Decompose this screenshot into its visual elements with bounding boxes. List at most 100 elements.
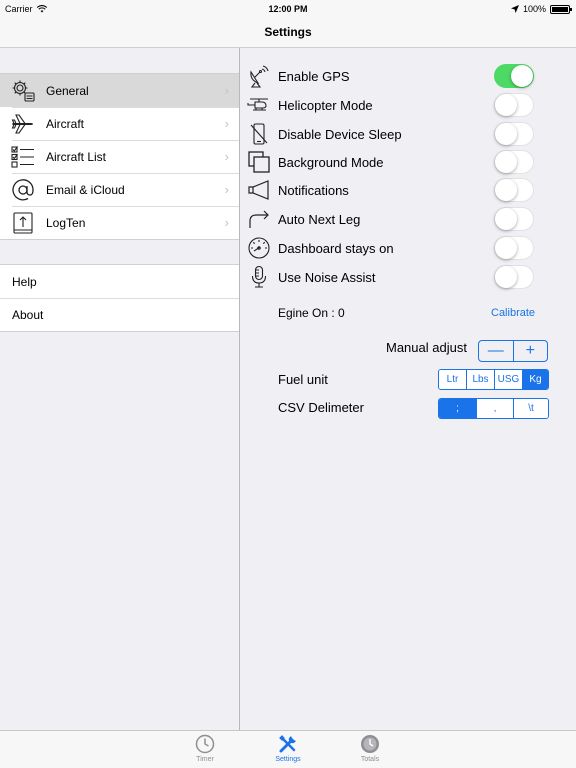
csv-delimeter-label: CSV Delimeter	[278, 400, 364, 415]
notifications-toggle[interactable]	[494, 178, 534, 202]
battery-percent: 100%	[522, 4, 546, 14]
tab-bar: Timer Settings Totals	[0, 730, 576, 768]
totals-clock-icon	[361, 735, 379, 753]
setting-disable-device-sleep: Disable Device Sleep	[246, 120, 570, 148]
status-right: 100%	[510, 4, 572, 14]
tools-icon	[279, 735, 296, 753]
gauge-icon	[246, 235, 272, 261]
setting-use-noise-assist: Use Noise Assist	[246, 263, 570, 291]
general-settings-panel: Enable GPS Helicopter Mode Disable Devic…	[240, 48, 576, 730]
toggle-knob	[495, 179, 517, 201]
chevron-right-icon: ›	[224, 215, 229, 230]
fuel-unit-kg[interactable]: Kg	[522, 370, 548, 389]
help-about-list: Help About	[0, 264, 239, 332]
toggle-knob	[495, 208, 517, 230]
csv-delimeter-comma[interactable]: ,	[476, 399, 513, 418]
windows-icon	[246, 149, 272, 175]
tab-label: Settings	[275, 756, 301, 763]
sidebar-item-label: LogTen	[46, 215, 86, 230]
sidebar-item-email-icloud[interactable]: Email & iCloud ›	[0, 173, 239, 206]
setting-auto-next-leg: Auto Next Leg	[246, 205, 570, 233]
sidebar-item-label: Aircraft List	[46, 149, 107, 164]
setting-label: Enable GPS	[278, 68, 350, 84]
enable-gps-toggle[interactable]	[494, 64, 534, 88]
auto-next-leg-toggle[interactable]	[494, 207, 534, 231]
sidebar-item-aircraft[interactable]: Aircraft ›	[0, 107, 239, 140]
sidebar-item-label: General	[46, 83, 89, 98]
setting-enable-gps: Enable GPS	[246, 62, 570, 90]
status-time: 12:00 PM	[268, 4, 308, 14]
location-arrow-icon	[510, 5, 519, 13]
toggle-knob	[495, 151, 517, 173]
airplane-icon	[10, 111, 36, 137]
disable-device-sleep-toggle[interactable]	[494, 122, 534, 146]
sidebar-item-aircraft-list[interactable]: Aircraft List ›	[0, 140, 239, 173]
navigation-bar: Settings	[0, 18, 576, 48]
setting-label: Helicopter Mode	[278, 97, 373, 113]
tab-settings[interactable]: Settings	[258, 734, 318, 763]
csv-delimeter-semicolon[interactable]: ;	[439, 399, 476, 418]
status-bar: Carrier 12:00 PM 100%	[0, 0, 576, 18]
manual-adjust-label: Manual adjust	[386, 340, 467, 355]
setting-label: Dashboard stays on	[278, 240, 394, 256]
sidebar-item-label: About	[12, 307, 44, 322]
background-mode-toggle[interactable]	[494, 150, 534, 174]
sidebar-item-label: Email & iCloud	[46, 182, 125, 197]
sidebar-item-logten[interactable]: LogTen ›	[0, 206, 239, 239]
microphone-icon	[246, 264, 272, 290]
sidebar-item-label: Aircraft	[46, 116, 85, 131]
page-title: Settings	[264, 25, 312, 39]
clock-icon	[195, 734, 215, 754]
setting-notifications: Notifications	[246, 176, 570, 204]
setting-background-mode: Background Mode	[246, 148, 570, 176]
gear-icon	[10, 78, 36, 104]
tab-label: Timer	[196, 756, 214, 763]
megaphone-icon	[246, 177, 272, 203]
fuel-unit-ltr[interactable]: Ltr	[439, 370, 466, 389]
no-phone-icon	[246, 121, 272, 147]
sidebar-item-about[interactable]: About	[0, 298, 239, 331]
toggle-knob	[495, 123, 517, 145]
fuel-unit-segmented-control: Ltr Lbs USG Kg	[438, 369, 549, 390]
sidebar-item-label: Help	[12, 274, 37, 289]
export-icon	[10, 210, 36, 236]
tab-timer[interactable]: Timer	[175, 734, 235, 763]
manual-adjust-stepper: — +	[478, 340, 548, 362]
setting-dashboard-stays-on: Dashboard stays on	[246, 234, 570, 262]
sidebar-item-help[interactable]: Help	[0, 265, 239, 298]
csv-delimeter-tab[interactable]: \t	[513, 399, 548, 418]
toggle-knob	[495, 94, 517, 116]
checklist-icon	[10, 144, 36, 170]
csv-delimeter-segmented-control: ; , \t	[438, 398, 549, 419]
dashboard-stays-on-toggle[interactable]	[494, 236, 534, 260]
setting-label: Auto Next Leg	[278, 211, 361, 227]
helicopter-mode-toggle[interactable]	[494, 93, 534, 117]
settings-master-panel: General › Aircraft › Aircraft List › Ema…	[0, 48, 240, 730]
fuel-unit-label: Fuel unit	[278, 372, 328, 387]
increment-button[interactable]: +	[512, 341, 548, 361]
at-sign-icon	[10, 177, 36, 203]
use-noise-assist-toggle[interactable]	[494, 265, 534, 289]
redirect-arrow-icon	[246, 206, 272, 232]
tab-label: Totals	[360, 756, 380, 763]
setting-label: Use Noise Assist	[278, 269, 376, 285]
battery-icon	[550, 4, 572, 14]
chevron-right-icon: ›	[224, 182, 229, 197]
chevron-right-icon: ›	[224, 149, 229, 164]
settings-category-list: General › Aircraft › Aircraft List › Ema…	[0, 73, 239, 240]
fuel-unit-lbs[interactable]: Lbs	[466, 370, 494, 389]
toggle-knob	[511, 65, 533, 87]
engine-on-label: Egine On : 0	[278, 306, 345, 320]
sidebar-item-general[interactable]: General ›	[0, 74, 239, 107]
calibrate-button[interactable]: Calibrate	[491, 307, 535, 319]
setting-label: Background Mode	[278, 154, 384, 170]
satellite-dish-icon	[246, 63, 272, 89]
chevron-right-icon: ›	[224, 83, 229, 98]
tab-totals[interactable]: Totals	[340, 734, 400, 763]
helicopter-icon	[246, 92, 272, 118]
setting-label: Disable Device Sleep	[278, 126, 402, 142]
toggle-knob	[495, 237, 517, 259]
decrement-button[interactable]: —	[479, 341, 513, 361]
toggle-knob	[495, 266, 517, 288]
fuel-unit-usg[interactable]: USG	[494, 370, 522, 389]
